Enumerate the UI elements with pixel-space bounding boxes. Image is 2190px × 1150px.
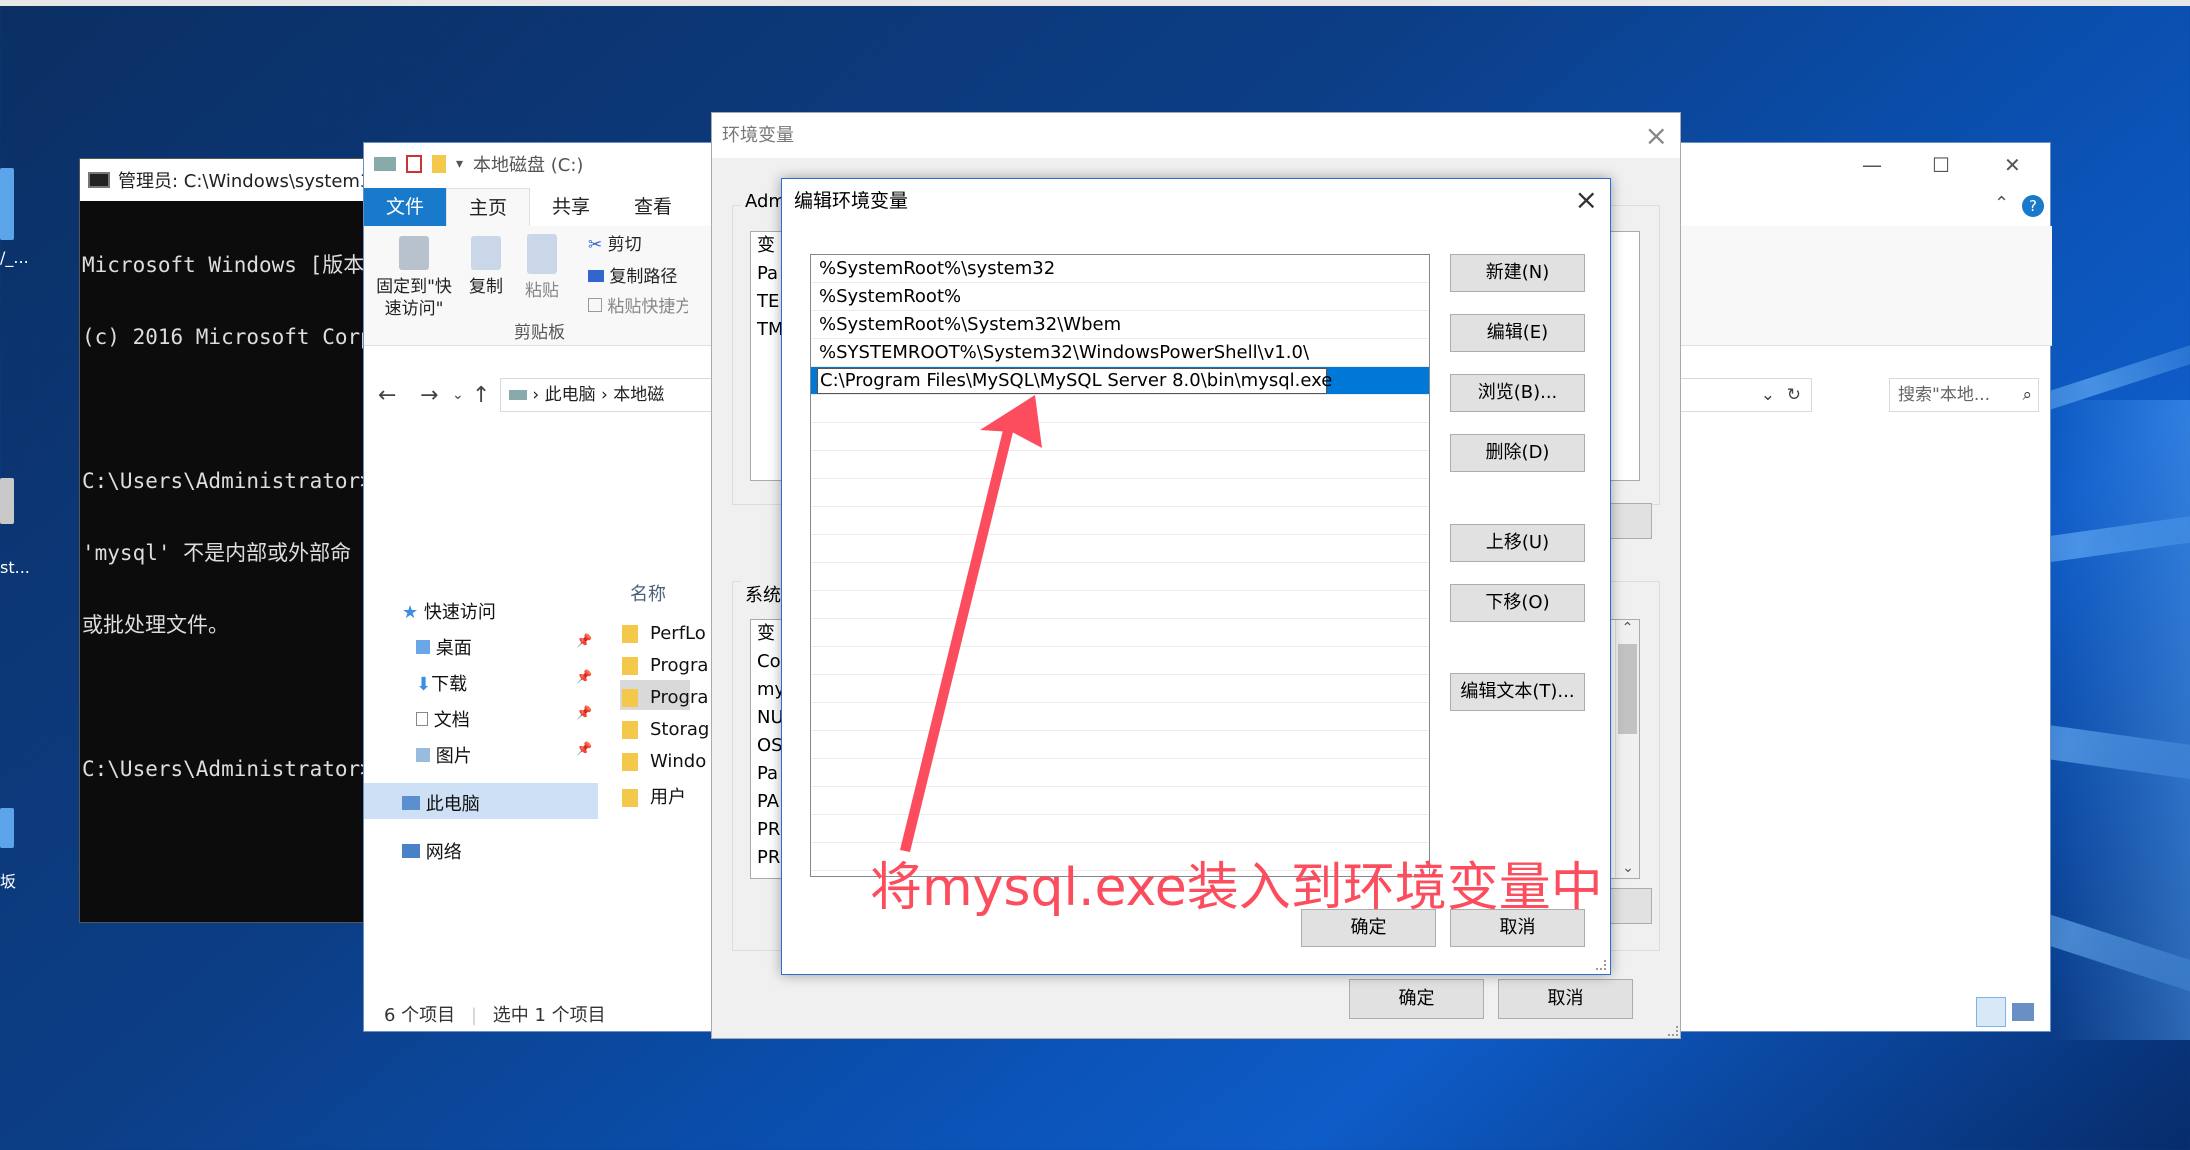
annotation-arrow [900,395,1042,852]
annotation-text: 将mysql.exe装入到环境变量中 [870,858,1603,918]
arrow-shaft [900,430,1013,852]
